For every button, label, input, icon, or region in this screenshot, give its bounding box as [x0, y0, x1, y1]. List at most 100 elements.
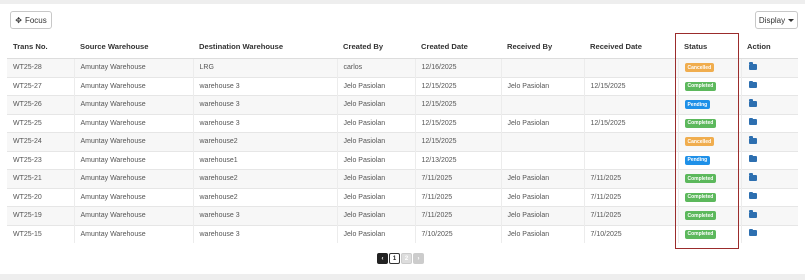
cell-received-by: Jelo Pasiolan: [500, 113, 584, 133]
cell-created-by: Jelo Pasiolan: [336, 95, 415, 114]
table-row[interactable]: WT25-23 Amuntay Warehouse warehouse1 Jelo P…: [7, 150, 798, 170]
status-badge: Pending: [684, 100, 711, 110]
table-row[interactable]: WT25-24 Amuntay Warehouse warehouse2 Jelo P…: [7, 132, 798, 151]
table-row[interactable]: WT25-26 Amuntay Warehouse warehouse 3 Jelo …: [7, 95, 798, 114]
col-header-source-warehouse[interactable]: Source Warehouse: [74, 35, 193, 59]
col-header-status[interactable]: Status: [678, 35, 741, 59]
status-badge: Completed: [684, 118, 717, 128]
page-2-button[interactable]: 2: [401, 253, 412, 264]
status-badge: Completed: [684, 174, 717, 184]
cell-trans-no: WT25-19: [7, 206, 74, 225]
page-1-button[interactable]: 1: [389, 253, 400, 264]
folder-open-icon[interactable]: [748, 173, 757, 181]
cell-received-date: 7/11/2025: [583, 187, 678, 207]
cell-received-date: 7/11/2025: [583, 169, 678, 188]
next-page-button[interactable]: ›: [413, 253, 424, 264]
cell-received-date: [583, 95, 678, 114]
cell-destination-warehouse: warehouse 3: [192, 76, 337, 96]
cell-status: Completed: [677, 224, 741, 243]
display-button-label: Display: [758, 15, 786, 25]
cell-received-by: [500, 150, 584, 170]
cell-created-date: 12/15/2025: [414, 95, 501, 114]
cell-source-warehouse: Amuntay Warehouse: [73, 132, 193, 151]
col-header-created-by[interactable]: Created By: [337, 35, 415, 59]
status-badge: Pending: [684, 155, 711, 165]
cell-destination-warehouse: warehouse 3: [192, 224, 337, 243]
cell-created-date: 7/11/2025: [414, 169, 501, 188]
cell-trans-no: WT25-20: [7, 187, 74, 207]
status-badge: Completed: [684, 81, 717, 91]
cell-destination-warehouse: warehouse2: [192, 132, 337, 151]
table-header-row: Trans No. Source Warehouse Destination W…: [7, 35, 798, 59]
cell-created-date: 7/11/2025: [414, 206, 501, 225]
cell-created-date: 12/13/2025: [414, 150, 501, 170]
cell-created-by: Jelo Pasiolan: [336, 150, 415, 170]
cell-received-by: Jelo Pasiolan: [500, 187, 584, 207]
cell-received-by: Jelo Pasiolan: [500, 169, 584, 188]
folder-open-icon[interactable]: [748, 62, 757, 70]
cell-source-warehouse: Amuntay Warehouse: [73, 113, 193, 133]
folder-open-icon[interactable]: [748, 191, 757, 200]
cell-action: [740, 58, 798, 77]
cell-source-warehouse: Amuntay Warehouse: [73, 95, 193, 114]
table-row[interactable]: WT25-19 Amuntay Warehouse warehouse 3 Jelo …: [7, 206, 798, 225]
status-badge: Cancelled: [684, 63, 715, 73]
col-header-received-date[interactable]: Received Date: [584, 35, 678, 59]
focus-button[interactable]: ✥ Focus: [10, 11, 52, 29]
cell-created-date: 12/15/2025: [414, 113, 501, 133]
caret-down-icon: [788, 18, 795, 22]
status-badge: Completed: [684, 211, 717, 221]
cell-trans-no: WT25-21: [7, 169, 74, 188]
cell-source-warehouse: Amuntay Warehouse: [73, 224, 193, 243]
status-badge: Cancelled: [684, 137, 715, 147]
status-badge: Completed: [684, 192, 717, 202]
folder-open-icon[interactable]: [748, 80, 757, 89]
cell-trans-no: WT25-26: [7, 95, 74, 114]
col-header-trans-no[interactable]: Trans No.: [7, 35, 74, 59]
cell-created-by: Jelo Pasiolan: [336, 113, 415, 133]
cell-trans-no: WT25-23: [7, 150, 74, 170]
table-row[interactable]: WT25-25 Amuntay Warehouse warehouse 3 Jelo …: [7, 113, 798, 133]
cell-action: [740, 113, 798, 133]
table-row[interactable]: WT25-27 Amuntay Warehouse warehouse 3 Jelo …: [7, 76, 798, 96]
col-header-destination-warehouse[interactable]: Destination Warehouse: [193, 35, 337, 59]
cell-received-by: Jelo Pasiolan: [500, 76, 584, 96]
folder-open-icon[interactable]: [748, 99, 757, 107]
cell-action: [740, 187, 798, 207]
cell-received-date: [583, 132, 678, 151]
prev-page-button[interactable]: ‹: [377, 253, 388, 264]
cell-source-warehouse: Amuntay Warehouse: [73, 58, 193, 77]
cell-status: Completed: [677, 187, 741, 207]
focus-button-label: Focus: [24, 15, 47, 25]
cell-action: [740, 206, 798, 225]
cell-status: Cancelled: [677, 132, 741, 151]
folder-open-icon[interactable]: [748, 210, 757, 218]
cell-status: Completed: [677, 76, 741, 96]
cell-created-by: Jelo Pasiolan: [336, 206, 415, 225]
folder-open-icon[interactable]: [748, 136, 757, 144]
cell-destination-warehouse: warehouse1: [192, 150, 337, 170]
col-header-received-by[interactable]: Received By: [501, 35, 584, 59]
table-row[interactable]: WT25-15 Amuntay Warehouse warehouse 3 Jelo …: [7, 224, 798, 243]
cell-received-date: 12/15/2025: [583, 76, 678, 96]
cell-destination-warehouse: LRG: [192, 58, 337, 77]
cell-received-date: 7/11/2025: [583, 206, 678, 225]
cell-trans-no: WT25-28: [7, 58, 74, 77]
table-body: WT25-28 Amuntay Warehouse LRG carlos 12/16/2…: [7, 58, 798, 243]
table-row[interactable]: WT25-28 Amuntay Warehouse LRG carlos 12/16/2…: [7, 58, 798, 77]
cell-received-date: [583, 58, 678, 77]
move-icon: ✥: [15, 15, 22, 25]
cell-received-date: 12/15/2025: [583, 113, 678, 133]
cell-created-by: Jelo Pasiolan: [336, 169, 415, 188]
display-button[interactable]: Display: [755, 11, 798, 29]
table-row[interactable]: WT25-21 Amuntay Warehouse warehouse2 Jelo P…: [7, 169, 798, 188]
cell-received-by: [500, 58, 584, 77]
folder-open-icon[interactable]: [748, 117, 757, 126]
col-header-created-date[interactable]: Created Date: [415, 35, 501, 59]
cell-trans-no: WT25-15: [7, 224, 74, 243]
table-row[interactable]: WT25-20 Amuntay Warehouse warehouse2 Jelo P…: [7, 187, 798, 207]
cell-trans-no: WT25-27: [7, 76, 74, 96]
cell-destination-warehouse: warehouse2: [192, 187, 337, 207]
folder-open-icon[interactable]: [748, 154, 757, 163]
folder-open-icon[interactable]: [748, 228, 757, 237]
